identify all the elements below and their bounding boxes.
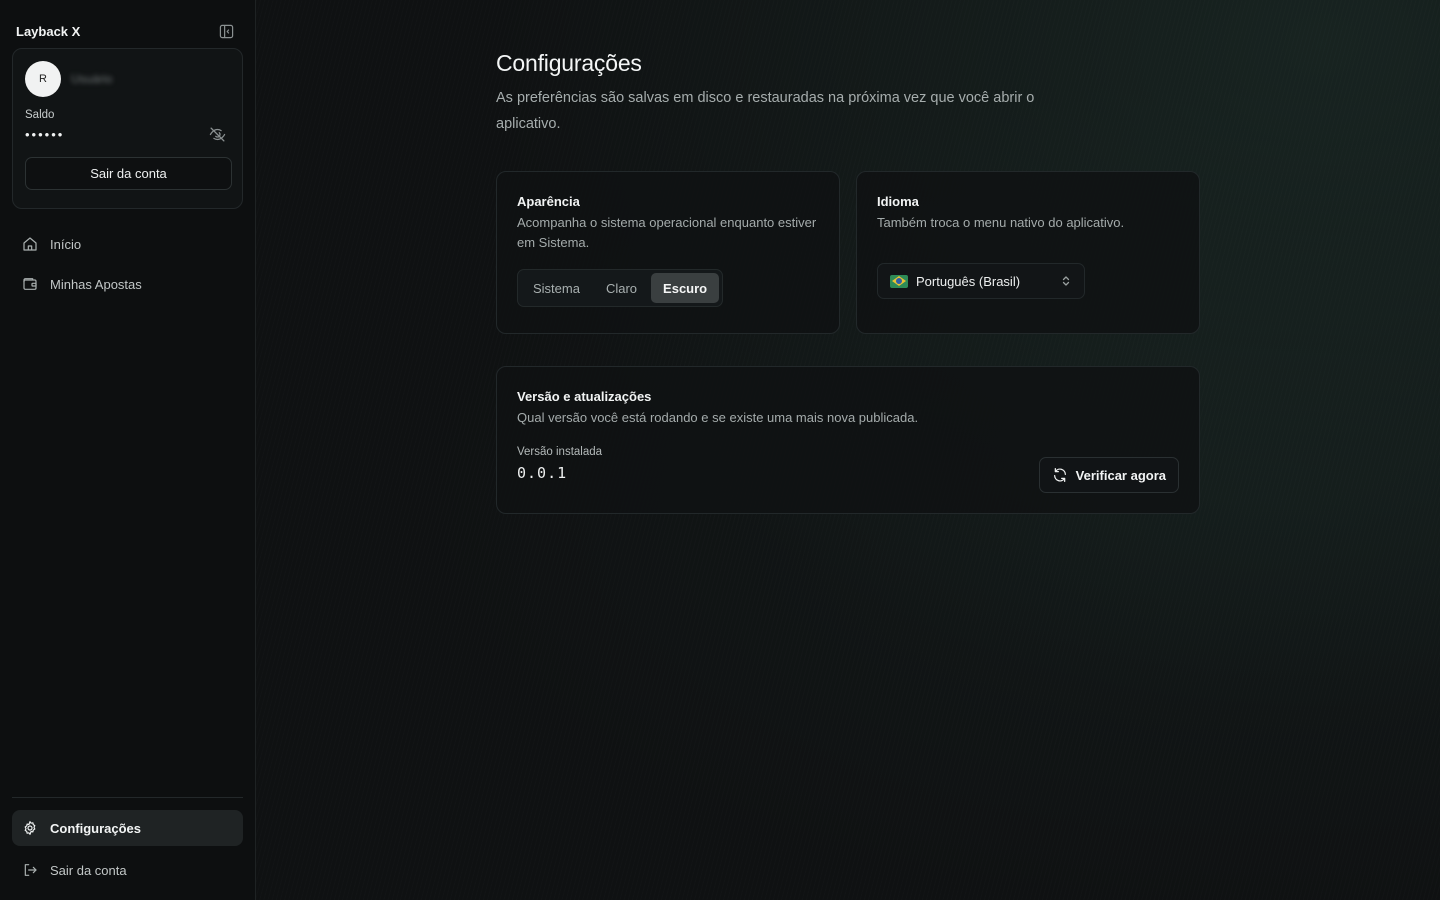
- refresh-icon: [1053, 468, 1066, 482]
- panel-left-icon: [219, 24, 233, 38]
- logout-icon: [24, 864, 37, 876]
- bottom-nav: Configurações Sair da conta: [12, 797, 243, 890]
- main-content: Configurações As preferências são salvas…: [256, 0, 1440, 900]
- language-select[interactable]: Português (Brasil): [877, 263, 1085, 299]
- check-updates-button[interactable]: Verificar agora: [1038, 457, 1179, 493]
- gear-icon: [24, 821, 36, 835]
- card-description: Também troca o menu nativo do aplicativo…: [877, 215, 1125, 230]
- theme-option-claro[interactable]: Claro: [594, 273, 649, 303]
- nav-item-sair-da-conta[interactable]: Sair da conta: [12, 850, 243, 890]
- nav-item-inicio[interactable]: Início: [12, 224, 243, 264]
- balance-value: ••••••: [25, 126, 65, 142]
- card-title: Aparência: [517, 194, 580, 209]
- nav-item-label: Sair da conta: [50, 862, 127, 878]
- app-title: Layback X: [16, 23, 81, 39]
- eye-off-icon: [209, 126, 225, 142]
- avatar: R: [25, 61, 61, 97]
- theme-option-escuro[interactable]: Escuro: [651, 273, 720, 303]
- sidebar: Layback X R Usuário Saldo •••••• Sair da…: [0, 0, 256, 900]
- account-card: R Usuário Saldo •••••• Sair da conta: [12, 48, 243, 209]
- theme-segmented-control: Sistema Claro Escuro: [517, 269, 724, 307]
- balance-row: ••••••: [25, 125, 230, 143]
- page-title: Configurações: [496, 50, 642, 76]
- nav-item-label: Configurações: [50, 820, 142, 836]
- sidebar-collapse-button[interactable]: [217, 22, 235, 40]
- settings-page: Configurações As preferências são salvas…: [496, 50, 1200, 514]
- username: Usuário: [71, 72, 113, 86]
- language-select-value: Português (Brasil): [916, 273, 1021, 289]
- main-nav: Início Minhas Apostas: [12, 224, 243, 304]
- version-card: Versão e atualizações Qual versão você e…: [496, 366, 1200, 514]
- brazil-flag-icon: [890, 274, 908, 288]
- language-card: Idioma Também troca o menu nativo do apl…: [856, 171, 1200, 334]
- card-title: Idioma: [877, 194, 919, 209]
- divider: [12, 797, 243, 798]
- card-title: Versão e atualizações: [517, 389, 652, 404]
- nav-item-minhas-apostas[interactable]: Minhas Apostas: [12, 264, 243, 304]
- nav-item-label: Minhas Apostas: [50, 276, 142, 292]
- appearance-card: Aparência Acompanha o sistema operaciona…: [496, 171, 840, 334]
- user-row: R Usuário: [25, 61, 230, 97]
- card-description: Qual versão você está rodando e se exist…: [517, 410, 919, 425]
- card-description: Acompanha o sistema operacional enquanto…: [517, 215, 817, 250]
- page-description: As preferências são salvas em disco e re…: [496, 90, 1035, 132]
- app-window: Layback X R Usuário Saldo •••••• Sair da…: [0, 0, 1440, 900]
- wallet-icon: [23, 278, 37, 290]
- nav-item-configuracoes[interactable]: Configurações: [12, 810, 243, 846]
- check-updates-label: Verificar agora: [1075, 467, 1166, 483]
- home-icon: [23, 237, 37, 251]
- balance-label: Saldo: [25, 109, 55, 121]
- nav-item-label: Início: [50, 236, 82, 252]
- chevron-up-down-icon: [1062, 276, 1070, 286]
- settings-cards-row: Aparência Acompanha o sistema operaciona…: [496, 171, 1200, 334]
- toggle-balance-visibility-button[interactable]: [208, 125, 226, 143]
- logout-button[interactable]: Sair da conta: [25, 157, 232, 190]
- theme-option-sistema[interactable]: Sistema: [521, 273, 592, 303]
